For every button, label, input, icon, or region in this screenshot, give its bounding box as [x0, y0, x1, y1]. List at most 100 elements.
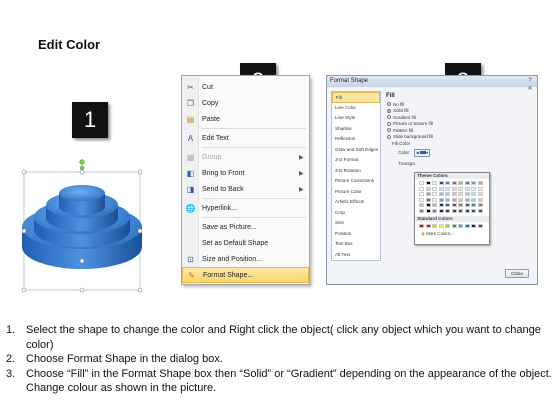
category-glow-soft-edges[interactable]: Glow and Soft Edges — [332, 145, 380, 156]
color-swatch[interactable] — [477, 192, 483, 196]
color-swatch[interactable] — [458, 181, 463, 185]
color-swatch[interactable] — [425, 186, 431, 191]
color-swatch[interactable] — [445, 181, 450, 185]
color-swatch[interactable] — [471, 208, 476, 213]
more-colors-link[interactable]: ◉ More Colors... — [415, 231, 489, 237]
menu-item-cut[interactable]: ✂ Cut — [182, 79, 309, 95]
color-swatch[interactable] — [471, 197, 476, 202]
color-swatch[interactable] — [445, 186, 450, 191]
color-swatch[interactable] — [438, 197, 444, 202]
color-swatch[interactable] — [425, 181, 431, 185]
color-swatch[interactable] — [438, 192, 444, 196]
color-swatch[interactable] — [438, 203, 444, 207]
color-swatch[interactable] — [477, 197, 483, 202]
color-swatch[interactable] — [445, 203, 450, 207]
color-swatch[interactable] — [419, 186, 424, 191]
selected-shape[interactable] — [18, 155, 146, 295]
stacked-pyramid-shape[interactable] — [18, 155, 146, 295]
color-swatch[interactable] — [464, 186, 470, 191]
color-swatch[interactable] — [425, 192, 431, 196]
category-position[interactable]: Position — [332, 229, 380, 240]
color-swatch[interactable] — [477, 186, 483, 191]
color-swatch[interactable] — [425, 208, 431, 213]
color-swatch[interactable] — [445, 197, 450, 202]
color-swatch[interactable] — [464, 197, 470, 202]
color-swatch[interactable] — [451, 197, 457, 202]
category-3d-rotation[interactable]: 3-D Rotation — [332, 166, 380, 177]
color-swatch[interactable] — [464, 181, 470, 185]
category-3d-format[interactable]: 3-D Format — [332, 155, 380, 166]
color-swatch[interactable] — [458, 203, 463, 207]
color-swatch[interactable] — [477, 203, 483, 207]
category-reflection[interactable]: Reflection — [332, 134, 380, 145]
color-swatch[interactable] — [458, 197, 463, 202]
color-swatch[interactable] — [425, 223, 431, 228]
color-swatch[interactable] — [464, 208, 470, 213]
color-swatch[interactable] — [477, 223, 483, 228]
menu-item-paste[interactable]: ▤ Paste — [182, 111, 309, 127]
color-swatch[interactable] — [477, 208, 483, 213]
menu-item-edit-text[interactable]: A Edit Text — [182, 130, 309, 146]
color-swatch[interactable] — [438, 181, 444, 185]
color-swatch[interactable] — [471, 203, 476, 207]
color-swatch[interactable] — [451, 181, 457, 185]
category-text-box[interactable]: Text Box — [332, 239, 380, 250]
color-swatch[interactable] — [419, 208, 424, 213]
color-swatch[interactable] — [419, 197, 424, 202]
menu-item-save-as-picture[interactable]: Save as Picture... — [182, 219, 309, 235]
category-line-color[interactable]: Line Color — [332, 103, 380, 114]
color-swatch[interactable] — [432, 197, 437, 202]
color-swatch[interactable] — [438, 208, 444, 213]
category-picture-color[interactable]: Picture Color — [332, 187, 380, 198]
rotation-handle[interactable] — [79, 159, 85, 165]
menu-item-copy[interactable]: ❐ Copy — [182, 95, 309, 111]
color-swatch[interactable] — [471, 181, 476, 185]
color-swatch[interactable] — [419, 223, 424, 228]
category-size[interactable]: Size — [332, 218, 380, 229]
color-swatch[interactable] — [425, 203, 431, 207]
menu-item-bring-to-front[interactable]: ◧ Bring to Front ▶ — [182, 165, 309, 181]
menu-item-format-shape[interactable]: ✎ Format Shape... — [182, 267, 309, 283]
menu-item-send-to-back[interactable]: ◨ Send to Back ▶ — [182, 181, 309, 197]
color-swatch[interactable] — [419, 192, 424, 196]
category-crop[interactable]: Crop — [332, 208, 380, 219]
category-shadow[interactable]: Shadow — [332, 124, 380, 135]
color-swatch[interactable] — [464, 192, 470, 196]
menu-item-set-default-shape[interactable]: Set as Default Shape — [182, 235, 309, 251]
color-swatch[interactable] — [419, 181, 424, 185]
color-swatch[interactable] — [471, 192, 476, 196]
color-swatch[interactable] — [451, 223, 457, 228]
color-swatch[interactable] — [451, 192, 457, 196]
color-swatch[interactable] — [432, 208, 437, 213]
menu-item-size-position[interactable]: ⊡ Size and Position... — [182, 251, 309, 267]
color-swatch[interactable] — [438, 186, 444, 191]
color-swatch[interactable] — [464, 223, 470, 228]
color-swatch[interactable] — [445, 192, 450, 196]
category-artistic-effects[interactable]: Artistic Effects — [332, 197, 380, 208]
color-swatch[interactable] — [445, 208, 450, 213]
color-swatch[interactable] — [471, 186, 476, 191]
color-swatch[interactable] — [451, 208, 457, 213]
color-swatch[interactable] — [477, 181, 483, 185]
close-button[interactable]: Close — [505, 269, 529, 278]
color-swatch[interactable] — [451, 203, 457, 207]
color-swatch[interactable] — [445, 223, 450, 228]
color-swatch[interactable] — [432, 203, 437, 207]
radio-slide-background-fill[interactable]: Slide background fill — [384, 134, 534, 141]
color-swatch[interactable] — [458, 223, 463, 228]
color-swatch[interactable] — [432, 223, 437, 228]
color-swatch[interactable] — [458, 186, 463, 191]
color-swatch[interactable] — [425, 197, 431, 202]
category-line-style[interactable]: Line Style — [332, 113, 380, 124]
color-swatch[interactable] — [432, 192, 437, 196]
category-fill[interactable]: Fill — [332, 92, 380, 103]
category-picture-corrections[interactable]: Picture Corrections — [332, 176, 380, 187]
color-swatch[interactable] — [451, 186, 457, 191]
color-swatch[interactable] — [458, 208, 463, 213]
close-icon[interactable]: ? ✕ — [525, 77, 535, 92]
color-swatch[interactable] — [432, 186, 437, 191]
color-swatch[interactable] — [458, 192, 463, 196]
color-swatch[interactable] — [471, 223, 476, 228]
color-swatch[interactable] — [419, 203, 424, 207]
color-swatch[interactable] — [464, 203, 470, 207]
